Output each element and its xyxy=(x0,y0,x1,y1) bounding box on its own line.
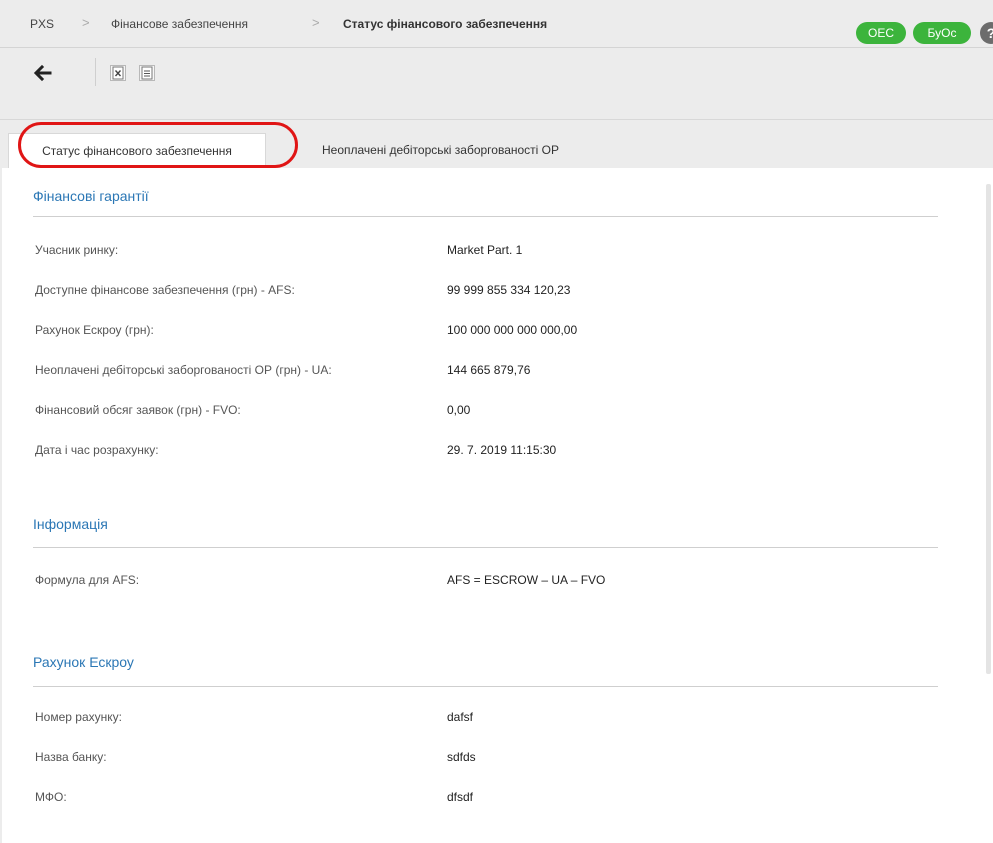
field-label-afs: Доступне фінансове забезпечення (грн) - … xyxy=(35,283,295,297)
tab-unpaid-receivables[interactable]: Неоплачені дебіторські заборгованості ОР xyxy=(322,134,559,166)
toolbar-divider xyxy=(95,58,96,86)
field-label-fvo: Фінансовий обсяг заявок (грн) - FVO: xyxy=(35,403,241,417)
field-label-account-number: Номер рахунку: xyxy=(35,710,122,724)
breadcrumb-separator: > xyxy=(82,15,90,30)
content-left-border xyxy=(0,168,2,843)
help-icon[interactable]: ? xyxy=(980,22,993,44)
toolbar xyxy=(0,48,993,120)
section-title-info: Інформація xyxy=(33,516,108,532)
badge-oec[interactable]: OEC xyxy=(856,22,906,44)
field-label-market-participant: Учасник ринку: xyxy=(35,243,119,257)
breadcrumb-bar: PXS > Фінансове забезпечення > Статус фі… xyxy=(0,0,993,48)
document-export-icon[interactable] xyxy=(139,65,155,81)
field-value-escrow: 100 000 000 000 000,00 xyxy=(447,323,578,337)
field-value-account-number: dafsf xyxy=(447,710,474,724)
back-arrow-icon[interactable] xyxy=(32,63,52,83)
field-label-bank-name: Назва банку: xyxy=(35,750,107,764)
field-label-escrow: Рахунок Ескроу (грн): xyxy=(35,323,154,337)
tab-bar: Статус фінансового забезпечення Неоплаче… xyxy=(0,120,993,168)
field-label-calc-date: Дата і час розрахунку: xyxy=(35,443,159,457)
badge-buos[interactable]: БуОс xyxy=(913,22,971,44)
section-divider xyxy=(33,547,938,548)
field-value-mfo: dfsdf xyxy=(447,790,474,804)
breadcrumb-item-financial-security[interactable]: Фінансове забезпечення xyxy=(111,17,248,31)
breadcrumb-item-current: Статус фінансового забезпечення xyxy=(343,17,548,31)
field-value-afs: 99 999 855 334 120,23 xyxy=(447,283,571,297)
excel-export-icon[interactable] xyxy=(110,65,126,81)
field-label-formula: Формула для AFS: xyxy=(35,573,140,587)
section-title-escrow: Рахунок Ескроу xyxy=(33,654,134,670)
field-label-ua: Неоплачені дебіторські заборгованості ОР… xyxy=(35,363,332,377)
tab-financial-status[interactable]: Статус фінансового забезпечення xyxy=(8,133,266,168)
field-value-formula: AFS = ESCROW – UA – FVO xyxy=(447,573,606,587)
breadcrumb-separator: > xyxy=(312,15,320,30)
section-divider xyxy=(33,216,938,217)
field-value-bank-name: sdfds xyxy=(447,750,476,764)
breadcrumb-item-pxs[interactable]: PXS xyxy=(30,17,54,31)
field-value-market-participant: Market Part. 1 xyxy=(447,243,523,257)
scrollbar[interactable] xyxy=(986,184,991,674)
field-value-fvo: 0,00 xyxy=(447,403,471,417)
field-value-ua: 144 665 879,76 xyxy=(447,363,531,377)
section-divider xyxy=(33,686,938,687)
section-title-guarantees: Фінансові гарантії xyxy=(33,188,149,204)
field-value-calc-date: 29. 7. 2019 11:15:30 xyxy=(447,443,557,457)
field-label-mfo: МФО: xyxy=(35,790,67,804)
